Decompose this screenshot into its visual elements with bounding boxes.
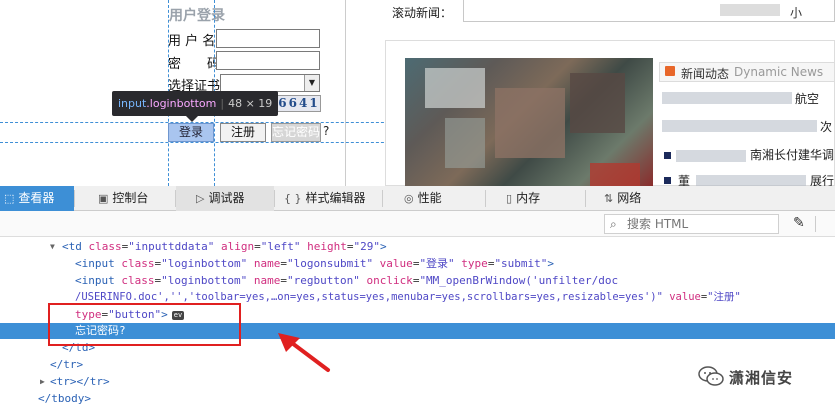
memory-icon: ▯ [506, 192, 513, 205]
console-icon: ▣ [98, 192, 109, 205]
news-item-blurred[interactable] [662, 92, 792, 104]
wechat-icon [698, 366, 724, 386]
news-item-blurred[interactable] [696, 175, 806, 186]
tooltip-arrow [186, 116, 198, 122]
password-field[interactable] [216, 51, 320, 70]
username-field[interactable] [216, 29, 320, 48]
html-search-box[interactable]: ⌕ [604, 214, 779, 234]
tooltip-dims: 48 × 19 [228, 97, 273, 110]
markup-line[interactable]: ▼ <td class="inputtddata" align="left" h… [0, 239, 835, 255]
tab-label: 网络 [617, 191, 642, 205]
inspector-tooltip: input.loginbottom | 48 × 19 [112, 91, 278, 116]
password-label: 密 码 [168, 57, 221, 72]
news-ticker-blurred [720, 4, 780, 16]
cert-select[interactable]: ▼ [220, 74, 320, 92]
markup-line[interactable]: <input class="loginbottom" name="logonsu… [0, 256, 835, 272]
bullet-icon [664, 152, 671, 159]
debugger-icon: ▷ [196, 192, 205, 205]
tab-memory[interactable]: ▯ 内存 [502, 186, 572, 211]
dynamic-news-title-en: Dynamic News [734, 65, 824, 79]
news-item[interactable]: 董 [678, 172, 690, 186]
wechat-watermark: 潇湘信安 [697, 362, 835, 392]
tab-label: 控制台 [112, 191, 149, 205]
news-label: 滚动新闻： [392, 6, 453, 20]
tooltip-tag: input [118, 97, 147, 110]
annotation-highlight-box [48, 303, 241, 346]
tab-label: 查看器 [18, 191, 55, 205]
bullet-icon [664, 177, 671, 184]
forgot-suffix: ? [323, 124, 330, 138]
news-item-blurred[interactable] [676, 150, 746, 162]
news-item[interactable]: 南湘长付建华调 [750, 146, 834, 163]
tab-network[interactable]: ⇅ 网络 [600, 186, 670, 211]
news-item-blurred[interactable] [662, 120, 817, 132]
markup-line[interactable]: <input class="loginbottom" name="regbutt… [0, 273, 835, 289]
news-item[interactable]: 航空 [795, 90, 819, 107]
tab-label: 调试器 [208, 191, 245, 205]
tab-performance[interactable]: ◎ 性能 [400, 186, 470, 211]
tab-inspector[interactable]: ⬚ 查看器 [0, 186, 74, 211]
inspector-icon: ⬚ [4, 192, 15, 205]
tab-label: 性能 [417, 191, 442, 205]
devtools-tabbar: ⬚ 查看器 ▣ 控制台 ▷ 调试器 { } 样式编辑器 ◎ 性能 ▯ 内存 ⇅ 网络 [0, 186, 835, 211]
login-title: 用户登录 [169, 8, 225, 24]
news-icon [665, 66, 675, 76]
network-icon: ⇅ [604, 192, 614, 205]
devtools-toolbar: ⌕ ✎ [0, 211, 835, 237]
web-page-area: 用户登录 用 户 名 密 码 选择证书 ▼ 6641 登录 注册 忘记密码 ? … [0, 0, 835, 186]
news-ticker-tail: 小 [790, 6, 803, 20]
username-label: 用 户 名 [168, 34, 216, 49]
collapsed-triangle-icon[interactable]: ▶ [40, 374, 45, 390]
dynamic-news-title: 新闻动态 [681, 67, 730, 81]
eyedropper-icon[interactable]: ✎ [793, 215, 805, 231]
column-divider [345, 0, 346, 186]
tab-label: 内存 [516, 191, 541, 205]
news-item[interactable]: 次 [820, 118, 832, 135]
tab-debugger[interactable]: ▷ 调试器 [176, 186, 274, 211]
chevron-down-icon[interactable]: ▼ [304, 75, 319, 91]
watermark-text: 潇湘信安 [729, 369, 794, 387]
html-search-input[interactable] [627, 216, 775, 232]
tab-console[interactable]: ▣ 控制台 [94, 186, 174, 211]
news-photo[interactable] [405, 58, 653, 186]
news-item[interactable]: 展行 [810, 172, 834, 186]
expand-triangle-icon[interactable]: ▼ [50, 239, 55, 255]
style-editor-icon: { } [284, 192, 302, 205]
tooltip-class: .loginbottom [146, 97, 217, 110]
forgot-password-button[interactable]: 忘记密码 [271, 123, 321, 142]
tab-label: 样式编辑器 [305, 191, 366, 205]
search-icon: ⌕ [610, 217, 617, 231]
performance-icon: ◎ [404, 192, 414, 205]
annotation-arrow-icon [278, 333, 330, 372]
markup-line[interactable]: </tbody> [0, 391, 835, 407]
register-button[interactable]: 注册 [220, 123, 266, 142]
captcha-image[interactable]: 6641 [277, 95, 321, 112]
tab-style-editor[interactable]: { } 样式编辑器 [280, 186, 380, 211]
login-button[interactable]: 登录 [168, 123, 214, 142]
